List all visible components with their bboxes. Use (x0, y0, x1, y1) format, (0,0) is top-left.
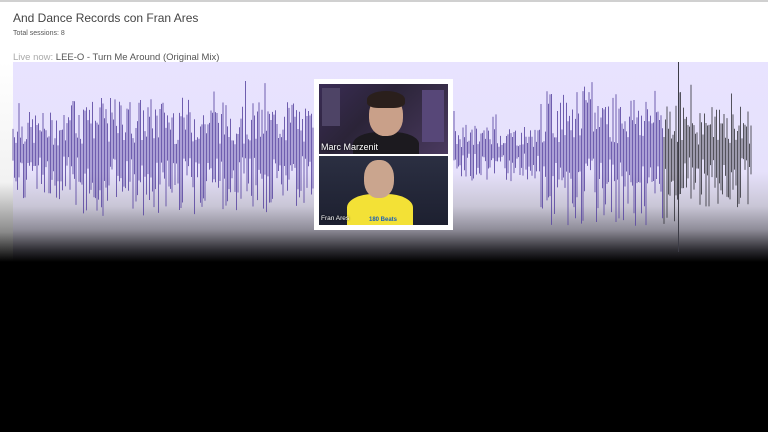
session-header: And Dance Records con Fran Ares Total se… (0, 0, 768, 63)
studio-shelf (422, 90, 444, 142)
total-sessions: Total sessions: 8 (13, 30, 65, 37)
participant-hair (367, 91, 405, 108)
participant-name: Fran Ares (321, 215, 350, 222)
shirt-logo-text: 180 Beats (369, 217, 398, 223)
participant-face (364, 160, 394, 198)
video-tile-host: Marc Marzenit (319, 84, 448, 154)
session-title: And Dance Records con Fran Ares (13, 11, 199, 25)
playhead[interactable] (678, 62, 679, 252)
video-tile-guest: 180 Beats Fran Ares (319, 156, 448, 225)
session-player-page: And Dance Records con Fran Ares Total se… (0, 0, 768, 432)
participant-name: Marc Marzenit (321, 142, 379, 152)
video-call-overlay: Marc Marzenit 180 Beats Fran Ares (314, 79, 453, 230)
studio-background (322, 88, 340, 126)
